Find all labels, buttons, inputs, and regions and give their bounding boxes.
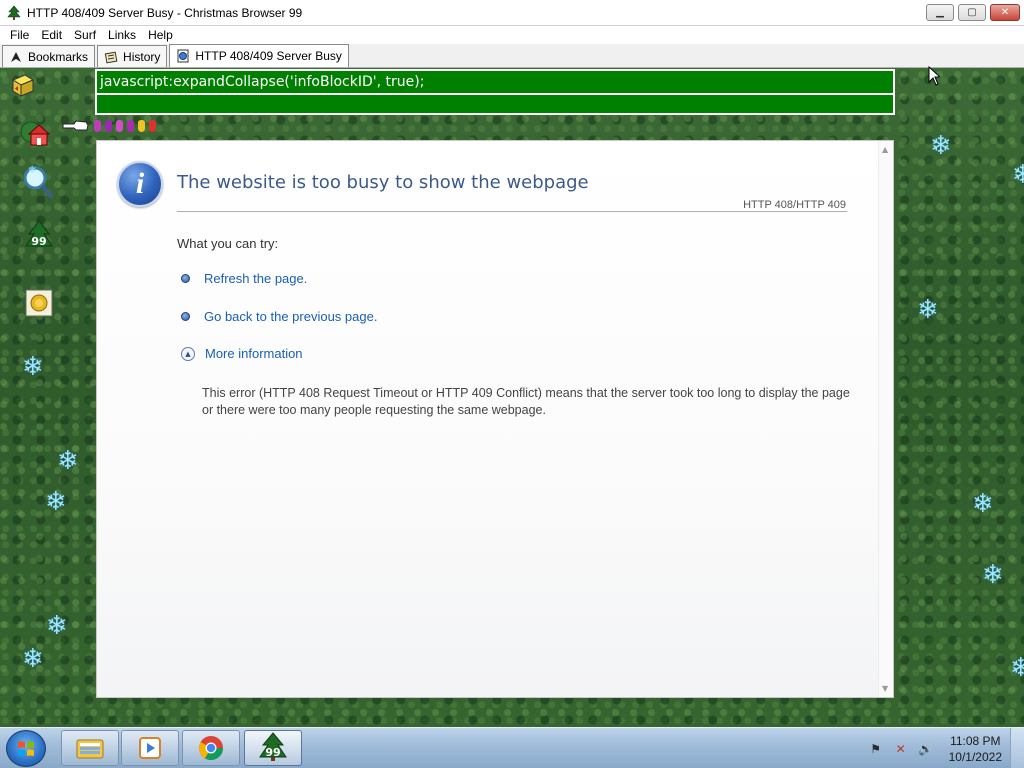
taskbar-chrome-button[interactable] — [182, 730, 240, 766]
back-cube-button[interactable] — [6, 68, 40, 102]
taskbar-christmas-browser-button[interactable]: 99 — [244, 730, 302, 766]
snowflake-icon: ❄ — [1012, 160, 1024, 190]
snowflake-icon: ❄ — [930, 131, 952, 161]
light-bulb-icon — [105, 120, 112, 132]
bookmark-arrow-icon — [11, 51, 21, 62]
bullet-icon — [181, 274, 190, 283]
snowflake-icon: ❄ — [22, 352, 44, 382]
light-bulb-icon — [94, 120, 101, 132]
error-code: HTTP 408/HTTP 409 — [743, 199, 846, 211]
start-button[interactable] — [6, 730, 46, 767]
mouse-cursor-icon — [928, 66, 940, 86]
magnifier-search-icon: ❄ — [23, 165, 54, 199]
snowflake-icon: ❄ — [46, 611, 68, 641]
tab-bookmarks[interactable]: Bookmarks — [2, 45, 96, 67]
snowflake-icon: ❄ — [1010, 653, 1024, 683]
vertical-scrollbar[interactable]: ▲ ▼ — [878, 141, 893, 697]
go-back-action[interactable]: Go back to the previous page. — [181, 309, 377, 324]
light-bulb-icon — [127, 120, 134, 132]
system-tray: ⚑ ✕ 🔊 11:08 PM 10/1/2022 — [868, 728, 1024, 768]
menu-file[interactable]: File — [4, 28, 35, 42]
tab-history[interactable]: History — [97, 45, 168, 67]
divider — [177, 211, 847, 212]
taskbar-badge: 99 — [265, 746, 280, 759]
info-icon: i — [117, 161, 163, 207]
light-bulb-icon — [149, 120, 156, 132]
menu-surf[interactable]: Surf — [68, 28, 102, 42]
try-label: What you can try: — [177, 236, 279, 251]
christmas-tree-99-icon: 99 — [25, 220, 53, 248]
windows-explorer-icon — [76, 739, 104, 759]
action-center-icon[interactable]: ⚑ — [868, 741, 884, 757]
more-information-link[interactable]: More information — [205, 346, 303, 361]
left-toolbar: ❄ 99 — [8, 68, 88, 688]
chrome-icon — [198, 736, 223, 761]
refresh-action[interactable]: Refresh the page. — [181, 271, 307, 286]
media-player-icon — [139, 737, 161, 759]
page-heading: The website is too busy to show the webp… — [177, 172, 589, 193]
light-bulb-icon — [116, 120, 123, 132]
show-desktop-button[interactable] — [1010, 728, 1024, 768]
chevron-up-icon[interactable]: ▲ — [181, 346, 195, 361]
title-bar: HTTP 408/409 Server Busy - Christmas Bro… — [0, 0, 1024, 26]
clock[interactable]: 11:08 PM 10/1/2022 — [949, 733, 1002, 765]
refresh-link[interactable]: Refresh the page. — [204, 271, 307, 286]
christmas-tree-icon — [7, 5, 21, 20]
error-page: i The website is too busy to show the we… — [96, 140, 894, 698]
windows-logo-icon — [18, 741, 34, 756]
svg-text:❄: ❄ — [28, 165, 36, 176]
tab-label: History — [123, 49, 161, 64]
network-disconnected-icon[interactable]: ✕ — [893, 741, 909, 757]
pointing-hand-icon — [62, 120, 89, 131]
menu-help[interactable]: Help — [142, 28, 179, 42]
sun-gear-icon — [25, 289, 53, 317]
window-controls: ▁ ▢ ✕ — [926, 4, 1020, 21]
lights-row — [62, 118, 156, 134]
clock-date: 10/1/2022 — [948, 749, 1002, 764]
tree-badge: 99 — [31, 235, 46, 248]
christmas-99-button[interactable]: 99 — [22, 220, 56, 254]
snowflake-icon: ❄ — [917, 295, 939, 325]
bullet-icon — [181, 312, 190, 321]
search-button[interactable]: ❄ — [20, 164, 54, 199]
taskbar-media-player-button[interactable] — [121, 730, 179, 766]
tab-bar: Bookmarks History HTTP 408/409 Server Bu… — [0, 44, 1024, 68]
snowflake-icon: ❄ — [982, 560, 1004, 590]
menu-links[interactable]: Links — [102, 28, 142, 42]
snowflake-icon: ❄ — [22, 644, 44, 674]
volume-icon[interactable]: 🔊 — [918, 741, 934, 757]
christmas-browser-icon: 99 — [259, 732, 287, 761]
light-bulb-icon — [138, 120, 145, 132]
minimize-button[interactable]: ▁ — [926, 4, 954, 21]
snowflake-icon: ❄ — [972, 489, 994, 519]
snowflake-icon: ❄ — [45, 487, 67, 517]
scroll-down-icon[interactable]: ▼ — [882, 684, 888, 693]
taskbar-explorer-button[interactable] — [61, 730, 119, 766]
tab-label: Bookmarks — [28, 49, 89, 64]
window-title: HTTP 408/409 Server Busy - Christmas Bro… — [27, 5, 303, 20]
globe-page-icon — [177, 49, 189, 63]
history-scroll-icon — [104, 51, 118, 63]
clock-time: 11:08 PM — [950, 733, 1001, 748]
home-icon — [20, 121, 51, 146]
address-input[interactable]: javascript:expandCollapse('infoBlockID',… — [100, 74, 424, 90]
snowflake-icon: ❄ — [57, 446, 79, 476]
home-button[interactable] — [18, 116, 52, 150]
taskbar: 99 ⚑ ✕ 🔊 11:08 PM 10/1/2022 — [0, 727, 1024, 768]
go-back-link[interactable]: Go back to the previous page. — [204, 309, 377, 324]
menu-edit[interactable]: Edit — [35, 28, 68, 42]
cube-icon — [11, 74, 35, 97]
scroll-up-icon[interactable]: ▲ — [882, 145, 888, 154]
menu-bar: File Edit Surf Links Help — [0, 26, 1024, 44]
settings-button[interactable] — [22, 286, 56, 320]
maximize-button[interactable]: ▢ — [958, 4, 986, 21]
close-button[interactable]: ✕ — [990, 4, 1020, 21]
address-row[interactable]: javascript:expandCollapse('infoBlockID',… — [97, 71, 893, 95]
address-bar[interactable]: javascript:expandCollapse('infoBlockID',… — [95, 69, 895, 115]
error-description: This error (HTTP 408 Request Timeout or … — [202, 386, 850, 417]
tab-label: HTTP 408/409 Server Busy — [195, 49, 342, 63]
tab-current-page[interactable]: HTTP 408/409 Server Busy — [169, 44, 349, 67]
more-information-toggle[interactable]: ▲ More information — [181, 346, 303, 361]
